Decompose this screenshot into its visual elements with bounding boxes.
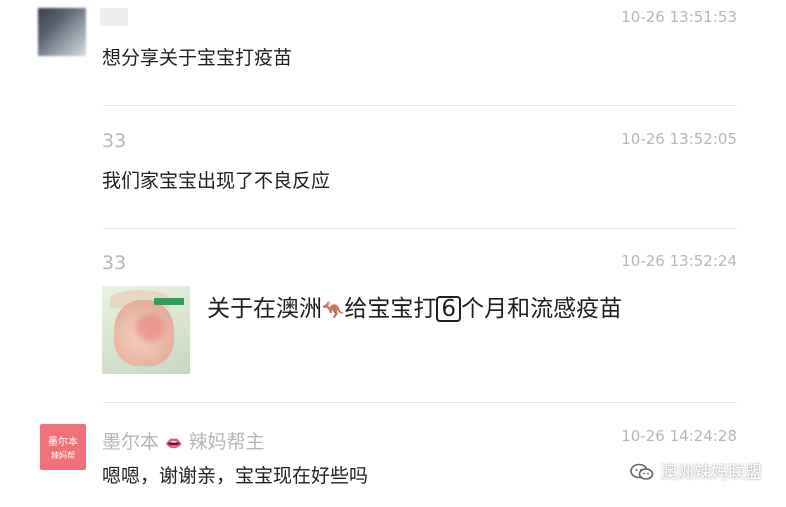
username[interactable]: 33 xyxy=(102,130,126,152)
card-title-part2: 给宝宝打 xyxy=(344,296,437,322)
avatar-label-line1: 墨尔本 xyxy=(48,437,78,448)
card-title-part1: 关于在澳洲 xyxy=(207,296,322,322)
avatar[interactable]: 墨尔本 辣妈帮 xyxy=(40,424,86,470)
comment-text: 我们家宝宝出现了不良反应 xyxy=(102,170,331,192)
card-title-part3: 个月和流感疫苗 xyxy=(461,296,623,322)
article-card-title[interactable]: 关于在澳洲🦘给宝宝打 6 个月和流感疫苗 xyxy=(207,289,622,323)
watermark-text: 澳洲辣妈联盟 xyxy=(660,463,762,483)
article-thumbnail[interactable] xyxy=(102,286,190,374)
kangaroo-icon: 🦘 xyxy=(322,300,345,321)
username-part1: 墨尔本 xyxy=(102,431,160,453)
comment-text: 嗯嗯，谢谢亲，宝宝现在好些吗 xyxy=(102,465,369,487)
comment-time: 10-26 14:24:28 xyxy=(621,427,737,445)
username-redacted xyxy=(100,8,128,26)
comment-time: 10-26 13:52:24 xyxy=(621,252,737,270)
comment-time: 10-26 13:52:05 xyxy=(621,130,737,148)
username[interactable]: 33 xyxy=(102,252,126,274)
username-part2: 辣妈帮主 xyxy=(188,431,265,453)
divider xyxy=(102,402,738,403)
wechat-icon xyxy=(630,463,654,480)
username[interactable]: 墨尔本 👄 辣妈帮主 xyxy=(102,427,265,454)
divider xyxy=(102,228,738,229)
comment-text: 想分享关于宝宝打疫苗 xyxy=(102,47,293,69)
avatar-label-line2: 辣妈帮 xyxy=(51,451,75,460)
watermark: 澳洲辣妈联盟 xyxy=(630,458,762,483)
avatar[interactable] xyxy=(38,8,86,56)
comment-time: 10-26 13:51:53 xyxy=(621,8,737,26)
divider xyxy=(102,105,738,106)
lips-icon: 👄 xyxy=(165,436,183,452)
card-title-number: 6 xyxy=(436,296,462,322)
